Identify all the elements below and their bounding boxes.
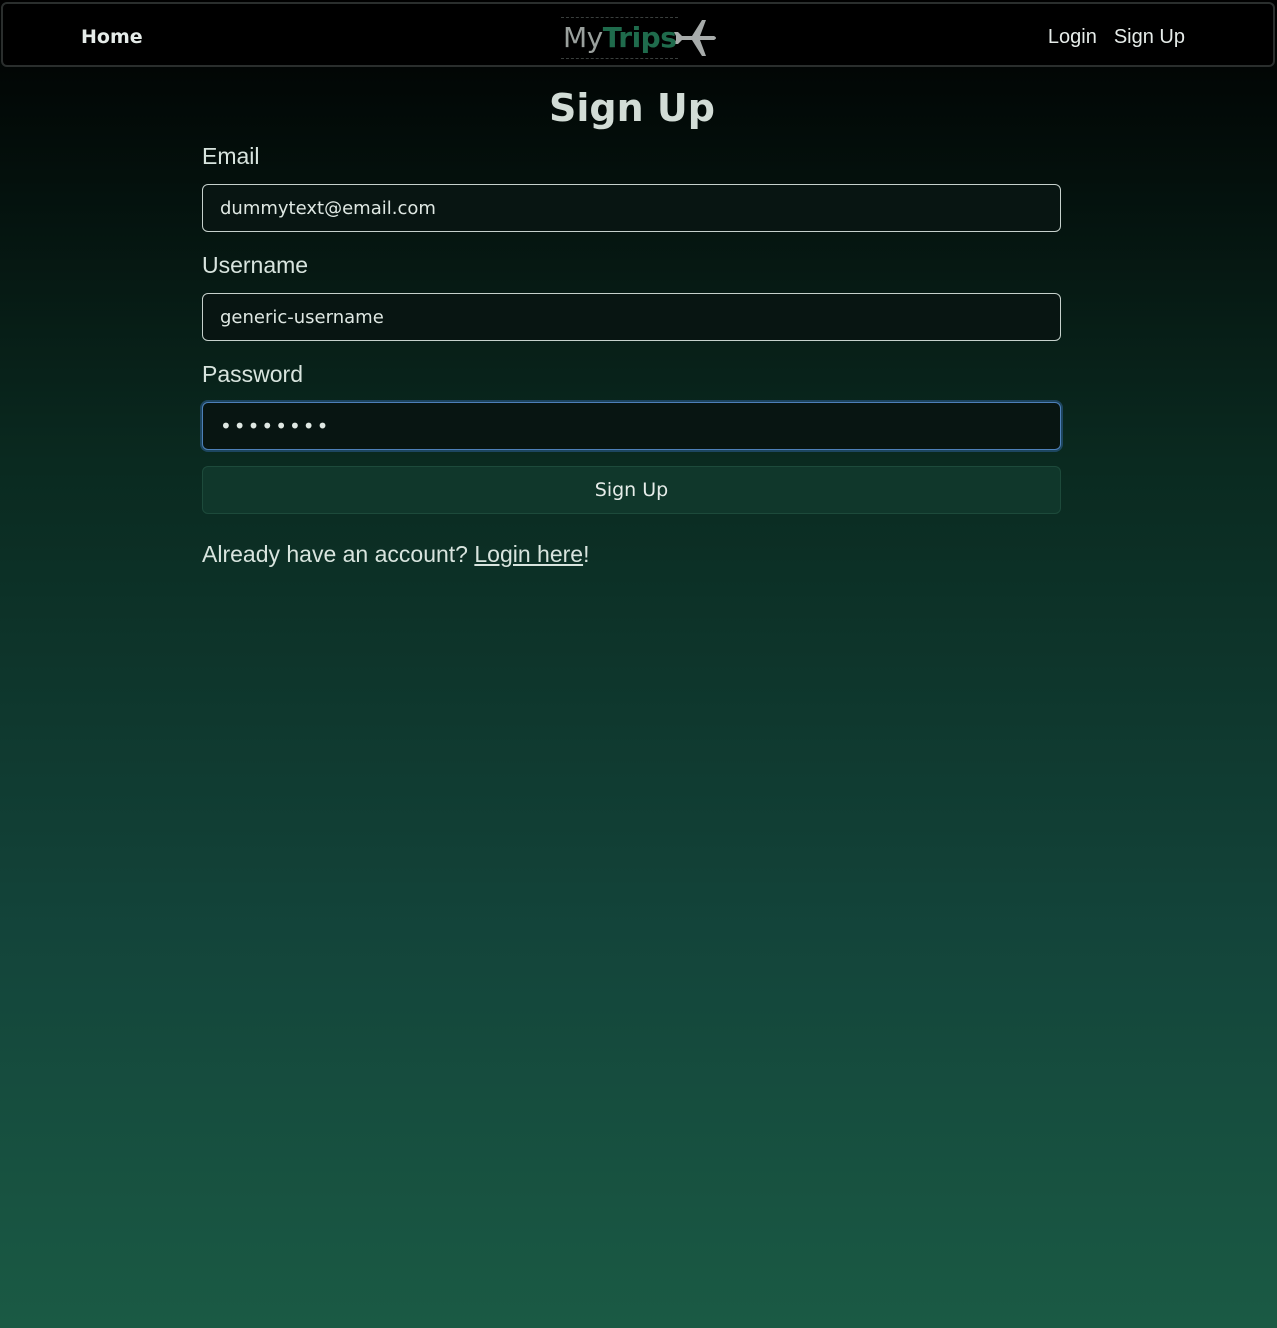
signup-form: Email Username Password Sign Up Already …: [202, 140, 1061, 568]
page-title: Sign Up: [549, 86, 715, 130]
nav-signup-link[interactable]: Sign Up: [1114, 26, 1185, 49]
login-prompt-text: Already have an account?: [202, 541, 475, 567]
logo-trips-text: Trips: [602, 21, 677, 54]
logo-text: MyTrips: [561, 17, 679, 59]
login-prompt-suffix: !: [583, 541, 590, 567]
signup-submit-button[interactable]: Sign Up: [202, 466, 1061, 514]
airplane-icon: [674, 20, 717, 56]
password-field[interactable]: [202, 402, 1061, 450]
email-field[interactable]: [202, 184, 1061, 232]
nav-login-link[interactable]: Login: [1048, 26, 1097, 49]
username-field[interactable]: [202, 293, 1061, 341]
username-label: Username: [202, 252, 309, 278]
nav-home-link[interactable]: Home: [81, 26, 143, 48]
nav-auth-links: Login Sign Up: [1048, 26, 1185, 49]
mytrips-logo[interactable]: MyTrips: [561, 14, 733, 62]
top-navbar: Home MyTrips Login Sign Up: [1, 2, 1275, 67]
password-label: Password: [202, 361, 303, 387]
email-label: Email: [202, 143, 260, 169]
login-here-link[interactable]: Login here: [474, 541, 583, 567]
login-prompt: Already have an account? Login here!: [202, 541, 1061, 568]
logo-my-text: My: [563, 21, 603, 54]
